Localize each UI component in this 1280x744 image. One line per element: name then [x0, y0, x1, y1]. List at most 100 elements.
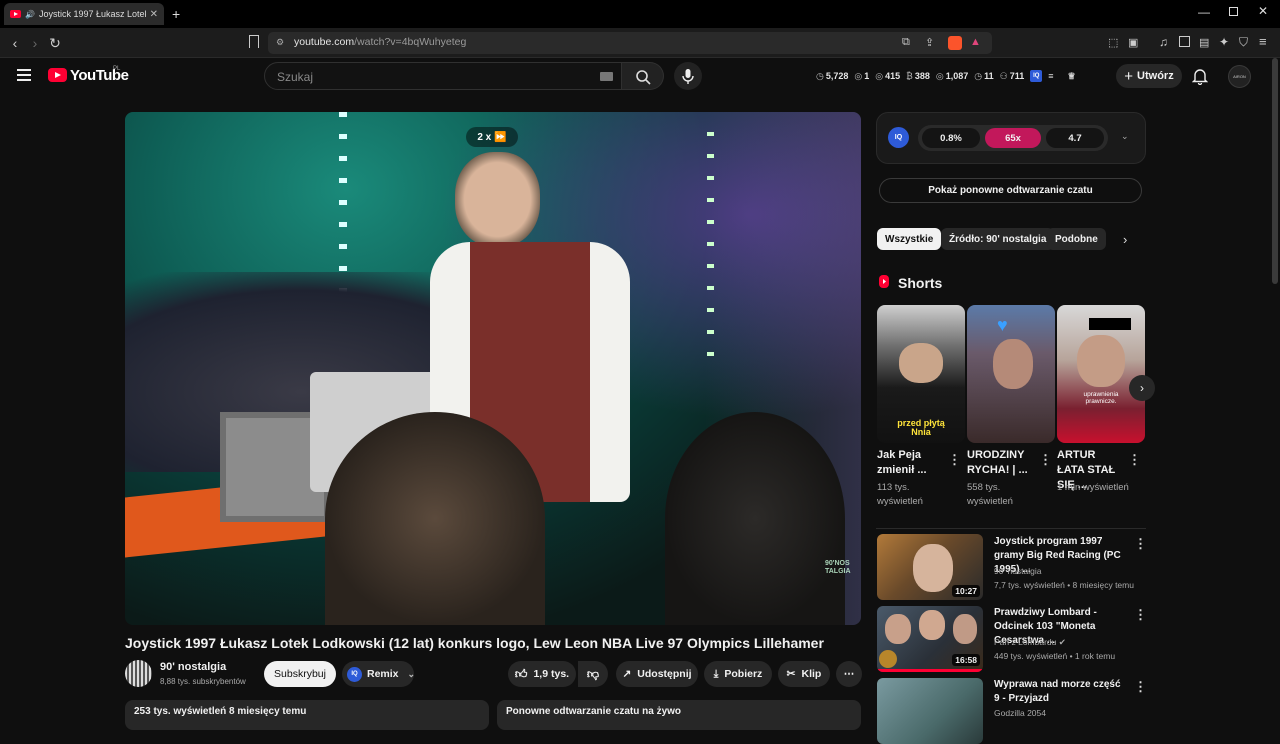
dislike-button[interactable]: 👎︎: [578, 661, 608, 687]
iq-extension-icon[interactable]: IQ: [1030, 70, 1043, 82]
short-title[interactable]: URODZINY RYCHA! | ...: [967, 448, 1033, 478]
verified-icon: ✔: [1058, 637, 1066, 647]
bookmark-icon[interactable]: [249, 35, 259, 48]
close-tab-icon[interactable]: ✕: [150, 9, 158, 20]
wallet-icon[interactable]: ▤: [1199, 36, 1209, 49]
url-host: youtube.com: [294, 36, 355, 48]
site-settings-icon[interactable]: ⚙: [276, 37, 284, 48]
watch-progress-bar: [877, 669, 983, 672]
minimize-icon[interactable]: —: [1198, 5, 1210, 19]
youtube-logo-icon[interactable]: [48, 68, 67, 82]
search-input[interactable]: [275, 69, 575, 85]
video-duration: 10:27: [952, 585, 980, 597]
open-in-app-icon[interactable]: ⧉: [902, 36, 910, 49]
sidebar-toggle-icon[interactable]: [1179, 36, 1190, 47]
voice-search-button[interactable]: [674, 62, 702, 90]
brave-rewards-icon[interactable]: ▲: [970, 36, 981, 48]
video-meta: 7,7 tys. wyświetleń • 8 miesięcy temu: [994, 580, 1134, 590]
foreground-head-2: [665, 412, 845, 625]
microphone-icon: [682, 69, 694, 84]
search-button[interactable]: [622, 62, 664, 90]
maximize-icon[interactable]: [1229, 7, 1238, 16]
download-button[interactable]: ⤓ Pobierz: [704, 661, 772, 687]
guide-menu-icon[interactable]: [17, 69, 31, 81]
extensions-icon[interactable]: ⬚: [1108, 36, 1118, 49]
view-count-date: 253 tys. wyświetleń 8 miesięcy temu: [134, 706, 307, 717]
more-vertical-icon[interactable]: ⋮: [1134, 679, 1147, 695]
chevron-down-icon[interactable]: ⌄: [1121, 131, 1129, 142]
share-page-icon[interactable]: ⇪: [925, 36, 934, 49]
create-label: Utwórz: [1137, 70, 1174, 82]
new-tab-icon[interactable]: +: [172, 6, 180, 22]
vpn-icon[interactable]: ⛉: [1239, 35, 1248, 50]
back-icon[interactable]: ‹: [6, 34, 24, 52]
more-vertical-icon[interactable]: ⋮: [1039, 452, 1052, 468]
subscribe-button[interactable]: Subskrybuj: [264, 661, 336, 687]
more-vertical-icon[interactable]: ⋮: [948, 452, 961, 468]
video-thumbnail[interactable]: 10:27: [877, 534, 983, 600]
live-chat-replay-box[interactable]: Ponowne odtwarzanie czatu na żywo: [497, 700, 861, 730]
video-player[interactable]: 90'NOS TALGIA: [125, 112, 861, 625]
more-vertical-icon[interactable]: ⋮: [1134, 607, 1147, 623]
chip-source[interactable]: Źródło: 90' nostalgia: [941, 228, 1055, 250]
audio-icon[interactable]: 🔊: [25, 10, 35, 19]
thumbnail-person: [913, 544, 953, 592]
coin-icon: ₿: [906, 71, 913, 81]
channel-label: Pan z Lombardu: [994, 637, 1057, 647]
chevron-right-icon[interactable]: ›: [1123, 232, 1127, 247]
reload-icon[interactable]: ↻: [46, 34, 64, 52]
menu-icon[interactable]: ≡: [1259, 34, 1267, 49]
forward-icon[interactable]: ›: [26, 34, 44, 52]
url-text[interactable]: youtube.com/watch?v=4bqWuhyeteg: [294, 36, 466, 48]
more-actions-button[interactable]: ⋯: [836, 661, 862, 687]
page-scrollbar[interactable]: [1272, 58, 1278, 284]
shorts-icon: [878, 274, 890, 289]
video-channel[interactable]: 90' nostalgia: [994, 566, 1041, 576]
stat-views: ◎ 1: [854, 70, 870, 82]
screenshot-icon[interactable]: ▣: [1128, 36, 1138, 49]
like-button[interactable]: 👍︎ 1,9 tys.: [508, 661, 576, 687]
short-title[interactable]: Jak Peja zmienił ...: [877, 448, 943, 478]
list-icon[interactable]: ≡: [1048, 71, 1053, 81]
youtube-favicon-icon: [10, 10, 21, 18]
chip-all[interactable]: Wszystkie: [877, 228, 942, 250]
share-button[interactable]: ↗ Udostępnij: [616, 661, 698, 687]
stat-watched: ◎ 1,087: [935, 70, 969, 82]
chip-related[interactable]: Podobne: [1047, 228, 1106, 250]
search-box[interactable]: [264, 62, 622, 90]
remix-button[interactable]: IQ Remix ⌄: [342, 661, 415, 687]
trophy-icon[interactable]: ♕: [1068, 71, 1076, 82]
leo-ai-icon[interactable]: ✦: [1219, 35, 1229, 49]
video-channel[interactable]: Godzilla 2054: [994, 708, 1046, 718]
channel-avatar[interactable]: [125, 660, 152, 687]
iq-logo-icon[interactable]: IQ: [888, 127, 909, 148]
short-views: 1 mln wyświetleń: [1057, 482, 1129, 493]
more-vertical-icon[interactable]: ⋮: [1128, 452, 1141, 468]
thumbs-up-icon: 👍︎: [514, 666, 528, 681]
clip-button[interactable]: ✂ Klip: [778, 661, 830, 687]
keyboard-icon[interactable]: [600, 72, 613, 81]
account-avatar[interactable]: AIRON: [1228, 65, 1251, 88]
create-button[interactable]: + Utwórz: [1116, 64, 1182, 88]
shorts-next-button[interactable]: ›: [1129, 375, 1155, 401]
video-channel[interactable]: Pan z Lombardu ✔: [994, 637, 1066, 648]
stat-coins: ₿ 388: [906, 71, 930, 81]
short-thumbnail[interactable]: uprawnienia prawnicze.: [1057, 305, 1145, 443]
more-vertical-icon[interactable]: ⋮: [1134, 536, 1147, 552]
media-control-icon[interactable]: ♫: [1159, 35, 1168, 49]
close-window-icon[interactable]: ✕: [1258, 4, 1268, 18]
video-thumbnail[interactable]: [877, 678, 983, 744]
thumbnail-person: [885, 614, 911, 644]
description-box[interactable]: 253 tys. wyświetleń 8 miesięcy temu: [125, 700, 489, 730]
video-thumbnail[interactable]: 16:58: [877, 606, 983, 672]
browser-tab[interactable]: 🔊 Joystick 1997 Łukasz Lotek Lo ✕: [4, 3, 164, 25]
thumbs-down-icon: 👎︎: [586, 666, 600, 681]
short-thumbnail[interactable]: ♥: [967, 305, 1055, 443]
notifications-icon[interactable]: [1192, 67, 1208, 85]
short-thumbnail[interactable]: przed płytą Nnia: [877, 305, 965, 443]
channel-name[interactable]: 90' nostalgia: [160, 661, 226, 673]
video-title[interactable]: Wyprawa nad morze część 9 - Przyjazd: [994, 678, 1126, 706]
show-chat-replay-button[interactable]: Pokaż ponowne odtwarzanie czatu: [879, 178, 1142, 203]
brave-shield-icon[interactable]: [948, 36, 962, 50]
short-person: [899, 343, 943, 383]
